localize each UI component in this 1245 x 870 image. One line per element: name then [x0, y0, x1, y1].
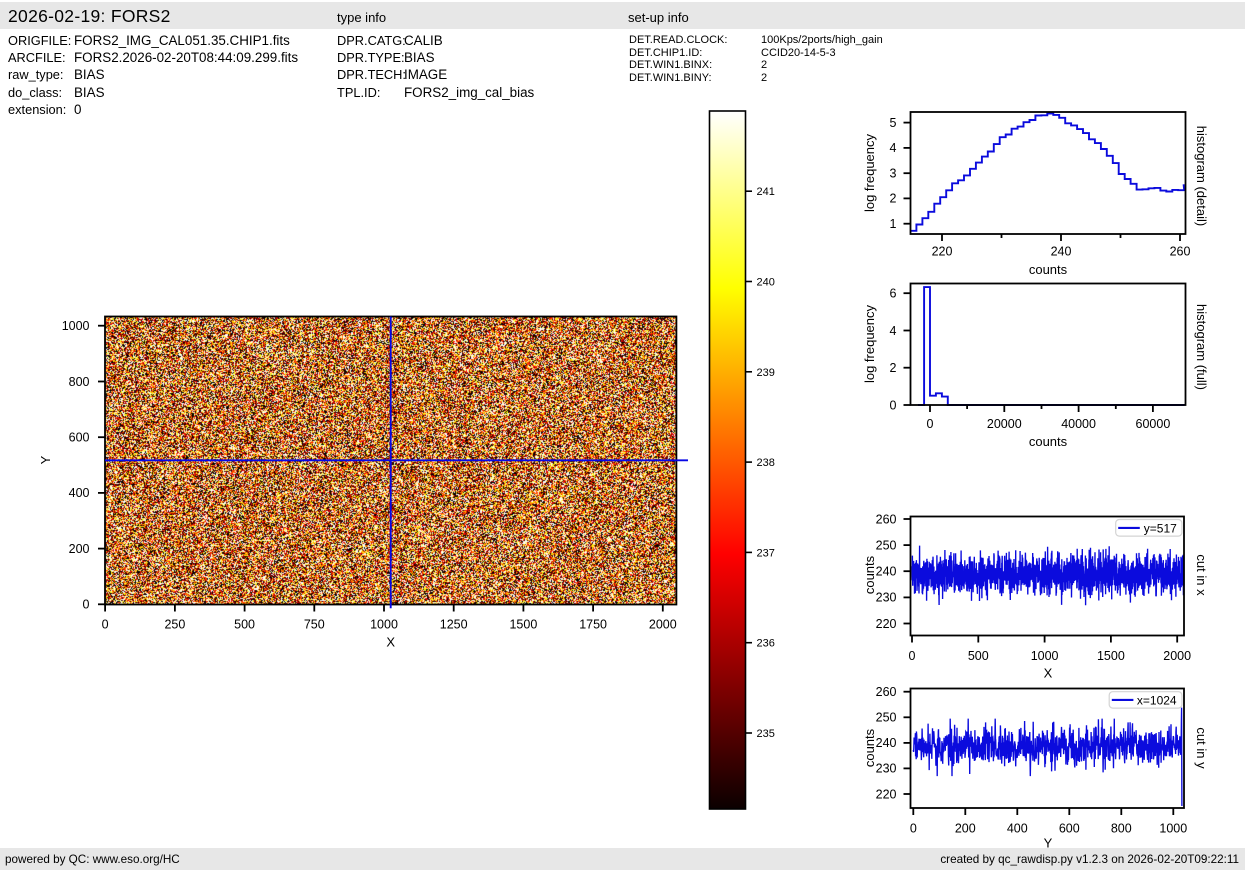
svg-text:1: 1: [890, 217, 897, 231]
svg-text:6: 6: [890, 287, 897, 301]
svg-text:2000: 2000: [649, 617, 677, 631]
svg-text:0: 0: [927, 417, 934, 431]
svg-text:0: 0: [83, 598, 90, 612]
svg-text:1500: 1500: [1097, 649, 1125, 663]
svg-text:500: 500: [968, 649, 989, 663]
svg-text:400: 400: [1007, 822, 1028, 836]
svg-text:1000: 1000: [62, 319, 90, 333]
svg-text:histogram (full): histogram (full): [1194, 304, 1209, 390]
svg-text:Y: Y: [38, 455, 53, 464]
svg-text:log frequency: log frequency: [862, 133, 877, 212]
svg-text:Y: Y: [1044, 836, 1053, 851]
svg-text:X: X: [1044, 666, 1053, 681]
svg-text:x=1024: x=1024: [1137, 693, 1177, 707]
svg-text:200: 200: [69, 542, 90, 556]
svg-text:200: 200: [955, 822, 976, 836]
svg-text:4: 4: [890, 324, 897, 338]
svg-text:220: 220: [876, 617, 897, 631]
svg-text:600: 600: [1059, 822, 1080, 836]
svg-text:241: 241: [757, 186, 775, 198]
svg-text:4: 4: [890, 141, 897, 155]
svg-text:250: 250: [876, 538, 897, 552]
svg-text:240: 240: [1051, 245, 1072, 259]
svg-text:800: 800: [1111, 822, 1132, 836]
svg-text:1250: 1250: [440, 617, 468, 631]
svg-text:histogram (detail): histogram (detail): [1194, 126, 1209, 226]
svg-text:2000: 2000: [1163, 649, 1191, 663]
svg-text:2: 2: [890, 361, 897, 375]
svg-text:230: 230: [876, 591, 897, 605]
svg-text:230: 230: [876, 762, 897, 776]
svg-text:1500: 1500: [509, 617, 537, 631]
svg-text:log frequency: log frequency: [862, 304, 877, 383]
svg-text:400: 400: [69, 486, 90, 500]
svg-text:60000: 60000: [1136, 417, 1171, 431]
svg-text:20000: 20000: [987, 417, 1022, 431]
svg-text:3: 3: [890, 167, 897, 181]
svg-text:500: 500: [234, 617, 255, 631]
svg-text:1000: 1000: [1031, 649, 1059, 663]
svg-text:750: 750: [304, 617, 325, 631]
svg-text:0: 0: [910, 822, 917, 836]
svg-text:238: 238: [757, 457, 775, 469]
svg-text:counts: counts: [862, 555, 877, 594]
svg-text:40000: 40000: [1061, 417, 1096, 431]
svg-text:220: 220: [876, 787, 897, 801]
svg-text:236: 236: [757, 638, 775, 650]
svg-text:240: 240: [876, 565, 897, 579]
svg-text:5: 5: [890, 116, 897, 130]
svg-text:1750: 1750: [579, 617, 607, 631]
svg-text:239: 239: [757, 367, 775, 379]
svg-text:counts: counts: [1029, 434, 1068, 449]
svg-text:600: 600: [69, 431, 90, 445]
svg-text:counts: counts: [862, 728, 877, 767]
svg-text:240: 240: [757, 277, 775, 289]
svg-text:counts: counts: [1029, 262, 1068, 277]
svg-text:cut in y: cut in y: [1194, 727, 1209, 769]
svg-text:220: 220: [932, 245, 953, 259]
svg-text:240: 240: [876, 736, 897, 750]
svg-text:X: X: [386, 635, 395, 650]
svg-text:237: 237: [757, 547, 775, 559]
svg-text:cut in x: cut in x: [1194, 554, 1209, 596]
svg-text:260: 260: [1170, 245, 1191, 259]
svg-text:1000: 1000: [370, 617, 398, 631]
svg-text:250: 250: [876, 711, 897, 725]
svg-text:800: 800: [69, 375, 90, 389]
svg-text:0: 0: [890, 398, 897, 412]
svg-text:2: 2: [890, 192, 897, 206]
svg-text:0: 0: [102, 617, 109, 631]
svg-text:y=517: y=517: [1144, 521, 1177, 535]
svg-text:1000: 1000: [1159, 822, 1187, 836]
svg-text:260: 260: [876, 685, 897, 699]
svg-text:250: 250: [164, 617, 185, 631]
svg-text:260: 260: [876, 512, 897, 526]
svg-text:235: 235: [757, 728, 775, 740]
svg-text:0: 0: [909, 649, 916, 663]
